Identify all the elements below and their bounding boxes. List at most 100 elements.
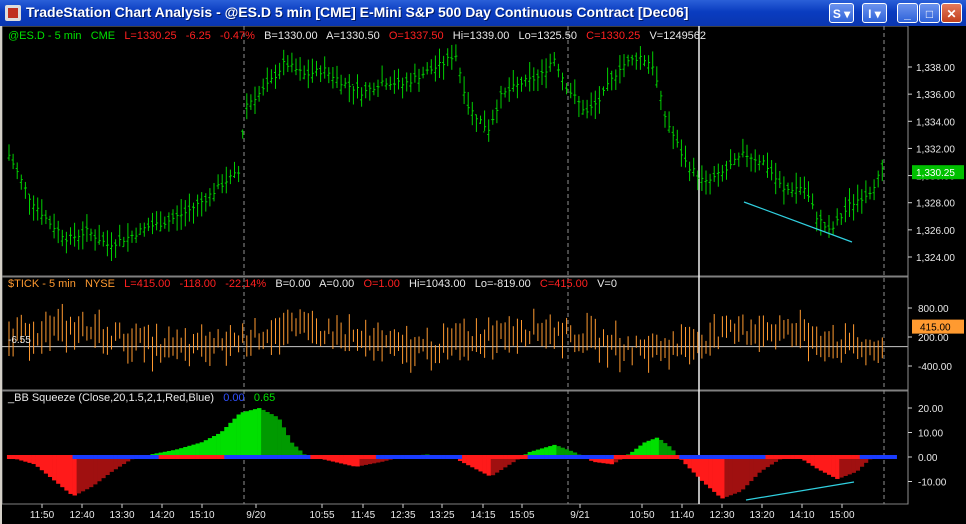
- squeeze-dot: [97, 455, 102, 459]
- histogram-bar: [642, 442, 647, 457]
- squeeze-dot: [289, 455, 295, 459]
- close-button[interactable]: ✕: [941, 3, 962, 23]
- squeeze-dot: [64, 455, 69, 459]
- squeeze-dot: [314, 455, 319, 459]
- squeeze-dot: [408, 455, 414, 459]
- bb-axis-label: 20.00: [918, 404, 943, 415]
- squeeze-dot: [498, 455, 504, 459]
- minimize-button[interactable]: _: [897, 3, 918, 23]
- squeeze-dot: [720, 455, 725, 459]
- maximize-button[interactable]: □: [919, 3, 940, 23]
- squeeze-dot: [281, 455, 287, 459]
- histogram-bar: [490, 457, 496, 476]
- squeeze-dot: [158, 455, 164, 459]
- window-title: TradeStation Chart Analysis - @ES.D 5 mi…: [26, 4, 689, 20]
- squeeze-dot: [363, 455, 369, 459]
- tick-low: Lo=-819.00: [474, 278, 531, 290]
- squeeze-dot: [490, 455, 496, 459]
- squeeze-dot: [539, 455, 545, 459]
- squeeze-dot: [207, 455, 213, 459]
- histogram-bar: [728, 457, 733, 496]
- histogram-bar: [211, 436, 217, 457]
- squeeze-dot: [396, 455, 401, 459]
- histogram-bar: [68, 457, 73, 494]
- squeeze-dot: [334, 455, 340, 459]
- squeeze-dot: [224, 455, 229, 459]
- squeeze-dot: [437, 455, 442, 459]
- time-axis-label: 13:30: [109, 510, 134, 521]
- squeeze-dot: [154, 455, 159, 459]
- squeeze-dot: [494, 455, 500, 459]
- histogram-bar: [277, 419, 282, 457]
- histogram-bar: [285, 435, 291, 457]
- tick-bid: B=0.00: [275, 278, 311, 290]
- app-icon[interactable]: [5, 5, 21, 21]
- histogram-bar: [736, 457, 742, 493]
- squeeze-dot: [380, 455, 385, 459]
- squeeze-dot: [220, 455, 225, 459]
- squeeze-dot: [560, 455, 565, 459]
- time-axis-label: 14:20: [149, 510, 174, 521]
- squeeze-dot: [416, 455, 422, 459]
- squeeze-dot: [621, 455, 627, 459]
- squeeze-dot: [228, 455, 233, 459]
- squeeze-dot: [277, 455, 282, 459]
- price-axis-label: 1,334.00: [916, 117, 955, 128]
- histogram-bar: [822, 457, 828, 473]
- histogram-bar: [72, 457, 77, 496]
- squeeze-dot: [138, 455, 143, 459]
- squeeze-dot: [248, 455, 254, 459]
- squeeze-dot: [351, 455, 356, 459]
- squeeze-dot: [699, 455, 705, 459]
- histogram-bar: [228, 422, 233, 457]
- histogram-bar: [720, 457, 725, 499]
- bb-squeeze-dots: [6, 455, 897, 459]
- histogram-bar: [695, 457, 701, 477]
- squeeze-dot: [187, 455, 192, 459]
- squeeze-dot: [609, 455, 615, 459]
- histogram-bar: [93, 457, 98, 485]
- bb-axis-label: 0.00: [918, 453, 938, 464]
- bb-header: _BB Squeeze (Close,20,1.5,2,1,Red,Blue) …: [8, 392, 275, 404]
- s-menu-button[interactable]: S ▾: [829, 3, 854, 23]
- squeeze-dot: [556, 455, 561, 459]
- squeeze-dot: [601, 455, 606, 459]
- squeeze-dot: [544, 455, 549, 459]
- squeeze-dot: [482, 455, 487, 459]
- squeeze-dot: [47, 455, 53, 459]
- squeeze-dot: [691, 455, 697, 459]
- squeeze-dot: [134, 455, 139, 459]
- squeeze-dot: [293, 455, 299, 459]
- bb-panel-frame: [2, 390, 909, 505]
- histogram-bar: [105, 457, 110, 476]
- histogram-bar: [88, 457, 94, 488]
- squeeze-dot: [23, 455, 28, 459]
- squeeze-dot: [375, 455, 381, 459]
- chart-area[interactable]: 1,338.001,336.001,334.001,332.001,330.00…: [0, 26, 966, 524]
- histogram-bar: [851, 457, 856, 473]
- price-panel-frame: [2, 26, 909, 277]
- price-axis-label: 1,336.00: [916, 90, 955, 101]
- histogram-bar: [80, 457, 86, 492]
- histogram-bar: [60, 457, 65, 488]
- squeeze-dot: [310, 455, 315, 459]
- time-axis-label: 9/21: [570, 510, 590, 521]
- time-axis-label: 15:10: [189, 510, 214, 521]
- squeeze-dot: [740, 455, 746, 459]
- squeeze-dot: [236, 455, 241, 459]
- squeeze-dot: [781, 455, 787, 459]
- histogram-bar: [831, 457, 836, 477]
- histogram-bar: [224, 427, 229, 457]
- time-axis-label: 11:45: [351, 510, 376, 521]
- squeeze-dot: [519, 455, 524, 459]
- squeeze-dot: [195, 455, 200, 459]
- i-menu-button[interactable]: I ▾: [862, 3, 887, 23]
- chart-canvas[interactable]: 1,338.001,336.001,334.001,332.001,330.00…: [2, 26, 966, 524]
- squeeze-dot: [679, 455, 684, 459]
- price-bid: B=1330.00: [264, 30, 318, 42]
- price-last: L=1330.25: [124, 30, 177, 42]
- squeeze-dot: [80, 455, 86, 459]
- squeeze-dot: [613, 455, 619, 459]
- squeeze-dot: [503, 455, 508, 459]
- squeeze-dot: [318, 455, 323, 459]
